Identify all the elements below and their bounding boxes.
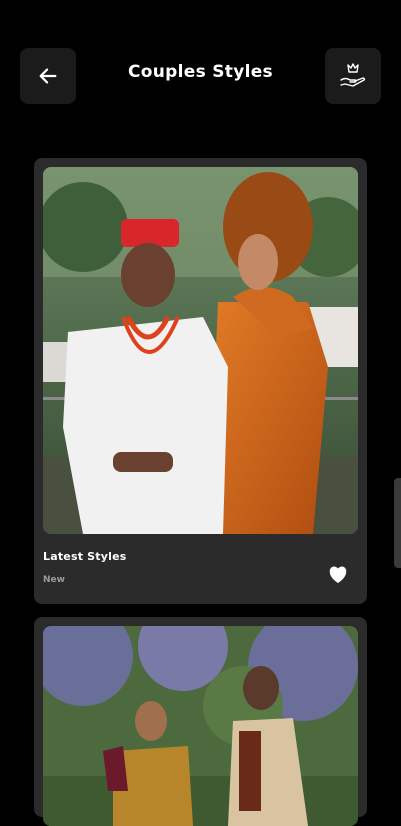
card-subtitle: New [43, 575, 65, 585]
couple-photo-image [43, 626, 358, 826]
couple-photo-image [43, 167, 358, 534]
page-title: Couples Styles [128, 62, 273, 82]
scroll-handle[interactable] [394, 478, 401, 568]
arrow-left-icon [39, 68, 57, 84]
crown-hand-icon [340, 63, 366, 87]
heart-icon[interactable] [327, 564, 349, 584]
premium-button[interactable] [325, 48, 381, 104]
style-card[interactable]: Latest Styles New [34, 158, 367, 604]
back-button[interactable] [20, 48, 76, 104]
style-photo[interactable] [43, 626, 358, 826]
style-photo[interactable] [43, 167, 358, 534]
style-card[interactable] [34, 617, 367, 826]
top-bar: Couples Styles [0, 0, 401, 150]
card-title: Latest Styles [43, 550, 127, 563]
